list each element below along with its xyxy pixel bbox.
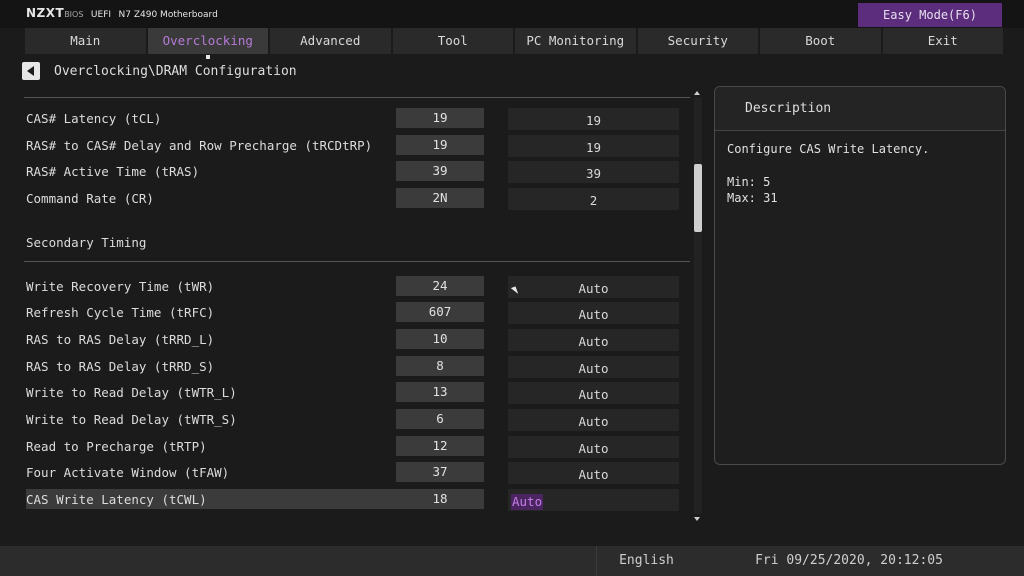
setting-label: CAS Write Latency (tCWL) (26, 492, 207, 507)
section-divider (24, 261, 690, 262)
current-value: 37 (396, 462, 484, 482)
tab-boot[interactable]: Boot (760, 28, 883, 54)
setting-label: CAS# Latency (tCL) (26, 111, 162, 126)
setting-row-twtr-s[interactable]: Write to Read Delay (tWTR_S) 6 Auto (26, 409, 680, 431)
breadcrumb: Overclocking\DRAM Configuration (54, 64, 297, 79)
setting-label: Command Rate (CR) (26, 191, 154, 206)
current-value: 2N (396, 188, 484, 208)
current-value: 19 (396, 135, 484, 155)
tab-bar: Main Overclocking Advanced Tool PC Monit… (25, 28, 1003, 54)
tab-security[interactable]: Security (637, 28, 760, 54)
setting-row-trcdtrp[interactable]: RAS# to CAS# Delay and Row Precharge (tR… (26, 135, 680, 157)
current-value: 18 (396, 489, 484, 509)
setting-label: RAS to RAS Delay (tRRD_S) (26, 359, 215, 374)
scroll-up-arrow-icon[interactable] (694, 91, 700, 95)
setting-value-field[interactable]: Auto (508, 462, 679, 484)
easy-mode-button[interactable]: Easy Mode(F6) (858, 3, 1002, 27)
current-value: 6 (396, 409, 484, 429)
brand-uefi-label: UEFI (90, 10, 112, 20)
tab-main[interactable]: Main (25, 28, 148, 54)
setting-value-field[interactable]: Auto (508, 329, 679, 351)
setting-label: Write to Read Delay (tWTR_S) (26, 412, 237, 427)
setting-value-field[interactable]: Auto (508, 356, 679, 378)
setting-value-field[interactable]: Auto (508, 409, 679, 431)
brand-bios-label: BIOS (64, 10, 84, 19)
description-title: Description (745, 101, 832, 116)
setting-row-command-rate[interactable]: Command Rate (CR) 2N 2 (26, 188, 680, 210)
setting-row-tcwl[interactable]: CAS Write Latency (tCWL) 18 Auto (26, 489, 680, 511)
tab-exit[interactable]: Exit (882, 28, 1003, 54)
setting-value-field[interactable]: Auto (508, 436, 679, 458)
setting-label: Refresh Cycle Time (tRFC) (26, 305, 215, 320)
description-panel: Description Configure CAS Write Latency.… (714, 86, 1006, 465)
setting-label: Four Activate Window (tFAW) (26, 465, 230, 480)
tab-tool[interactable]: Tool (392, 28, 515, 54)
tab-overclocking[interactable]: Overclocking (147, 28, 270, 54)
list-divider (24, 97, 690, 98)
section-title-secondary-timing: Secondary Timing (26, 235, 147, 250)
back-arrow-icon[interactable] (22, 62, 40, 80)
current-value: 10 (396, 329, 484, 349)
current-value: 607 (396, 302, 484, 322)
setting-row-trtp[interactable]: Read to Precharge (tRTP) 12 Auto (26, 436, 680, 458)
setting-label: Write to Read Delay (tWTR_L) (26, 385, 237, 400)
tab-pc-monitoring[interactable]: PC Monitoring (515, 28, 638, 54)
setting-value-field[interactable]: 39 (508, 161, 679, 183)
current-value: 19 (396, 108, 484, 128)
setting-row-tfaw[interactable]: Four Activate Window (tFAW) 37 Auto (26, 462, 680, 484)
setting-value-field[interactable]: Auto (508, 276, 679, 298)
setting-value-field[interactable]: Auto (508, 382, 679, 404)
current-value: 13 (396, 382, 484, 402)
scrollbar-track[interactable] (694, 98, 702, 514)
setting-value-field[interactable]: 19 (508, 108, 679, 130)
description-min: Min: 5 (727, 175, 771, 189)
description-text: Configure CAS Write Latency. (727, 142, 930, 156)
brand: NZXTBIOS UEFI N7 Z490 Motherboard (26, 6, 218, 20)
setting-row-trrd-l[interactable]: RAS to RAS Delay (tRRD_L) 10 Auto (26, 329, 680, 351)
setting-value-text: Auto (511, 494, 544, 510)
setting-value-field[interactable]: Auto (508, 302, 679, 324)
setting-row-tras[interactable]: RAS# Active Time (tRAS) 39 39 (26, 161, 680, 183)
datetime-display[interactable]: Fri 09/25/2020, 20:12:05 (746, 546, 952, 576)
motherboard-model: N7 Z490 Motherboard (118, 10, 218, 20)
setting-label: Read to Precharge (tRTP) (26, 439, 207, 454)
current-value: 24 (396, 276, 484, 296)
setting-label: RAS# Active Time (tRAS) (26, 164, 200, 179)
setting-row-twtr-l[interactable]: Write to Read Delay (tWTR_L) 13 Auto (26, 382, 680, 404)
setting-row-tcl[interactable]: CAS# Latency (tCL) 19 19 (26, 108, 680, 130)
current-value: 12 (396, 436, 484, 456)
description-max: Max: 31 (727, 191, 778, 205)
description-header: Description (715, 87, 1005, 131)
scrollbar-thumb[interactable] (694, 164, 702, 232)
setting-value-field[interactable]: 19 (508, 135, 679, 157)
setting-row-trrd-s[interactable]: RAS to RAS Delay (tRRD_S) 8 Auto (26, 356, 680, 378)
setting-value-field[interactable]: Auto (508, 489, 679, 511)
language-selector[interactable]: English (596, 546, 696, 576)
brand-logo: NZXT (26, 6, 65, 20)
scroll-down-arrow-icon[interactable] (694, 517, 700, 521)
setting-row-twr[interactable]: Write Recovery Time (tWR) 24 Auto (26, 276, 680, 298)
current-value: 39 (396, 161, 484, 181)
current-value: 8 (396, 356, 484, 376)
setting-value-field[interactable]: 2 (508, 188, 679, 210)
tab-advanced[interactable]: Advanced (270, 28, 393, 54)
setting-label: RAS to RAS Delay (tRRD_L) (26, 332, 215, 347)
setting-label: RAS# to CAS# Delay and Row Precharge (tR… (26, 138, 373, 153)
setting-row-trfc[interactable]: Refresh Cycle Time (tRFC) 607 Auto (26, 302, 680, 324)
setting-label: Write Recovery Time (tWR) (26, 279, 215, 294)
